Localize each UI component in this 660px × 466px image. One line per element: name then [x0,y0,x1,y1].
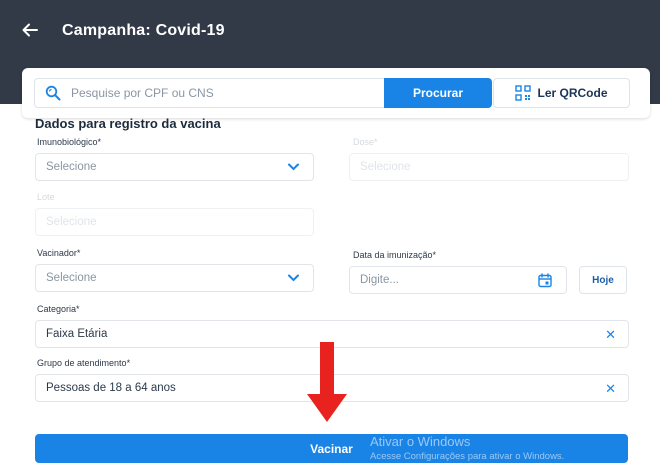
vacinador-label: Vacinador* [37,248,81,258]
search-input[interactable] [71,79,391,107]
chevron-down-icon [288,163,299,171]
imunobiologico-select[interactable]: Selecione [35,153,314,181]
grupo-atendimento-value: Pessoas de 18 a 64 anos [46,382,176,394]
grupo-atendimento-label: Grupo de atendimento* [37,358,131,368]
chevron-down-icon [288,274,299,282]
windows-activation-watermark-title: Ativar o Windows [370,434,471,449]
qr-code-icon [515,85,532,101]
vacinador-value: Selecione [46,272,97,284]
qr-code-label: Ler QRCode [537,86,608,100]
search-box: Procurar [34,78,492,108]
page-title: Campanha: Covid-19 [62,22,225,39]
calendar-icon[interactable] [538,273,552,288]
qr-code-button[interactable]: Ler QRCode [493,78,630,108]
search-icon [45,85,61,101]
dose-value: Selecione [360,161,411,173]
lote-select: Selecione [35,208,314,236]
windows-activation-watermark-subtitle: Acesse Configurações para ativar o Windo… [370,451,565,462]
arrow-left-icon[interactable] [22,23,38,37]
categoria-value: Faixa Etária [46,328,108,340]
close-icon[interactable]: ✕ [605,328,616,341]
lote-label: Lote [37,192,55,202]
imunobiologico-value: Selecione [46,161,97,173]
data-imunizacao-label: Data da imunização* [353,250,437,260]
data-imunizacao-input[interactable]: Digite... [349,266,567,294]
categoria-label: Categoria* [37,304,80,314]
vacinador-select[interactable]: Selecione [35,264,314,292]
dose-select: Selecione [349,153,629,181]
lote-value: Selecione [46,216,97,228]
imunobiologico-label: Imunobiológico* [37,137,102,147]
section-title: Dados para registro da vacina [35,116,221,131]
search-button[interactable]: Procurar [384,78,492,108]
search-card: Procurar Ler QRCode [22,68,650,118]
close-icon[interactable]: ✕ [605,382,616,395]
annotation-arrow [307,342,347,422]
today-button[interactable]: Hoje [579,266,627,294]
data-imunizacao-placeholder: Digite... [360,274,399,286]
dose-label: Dose* [353,137,378,147]
